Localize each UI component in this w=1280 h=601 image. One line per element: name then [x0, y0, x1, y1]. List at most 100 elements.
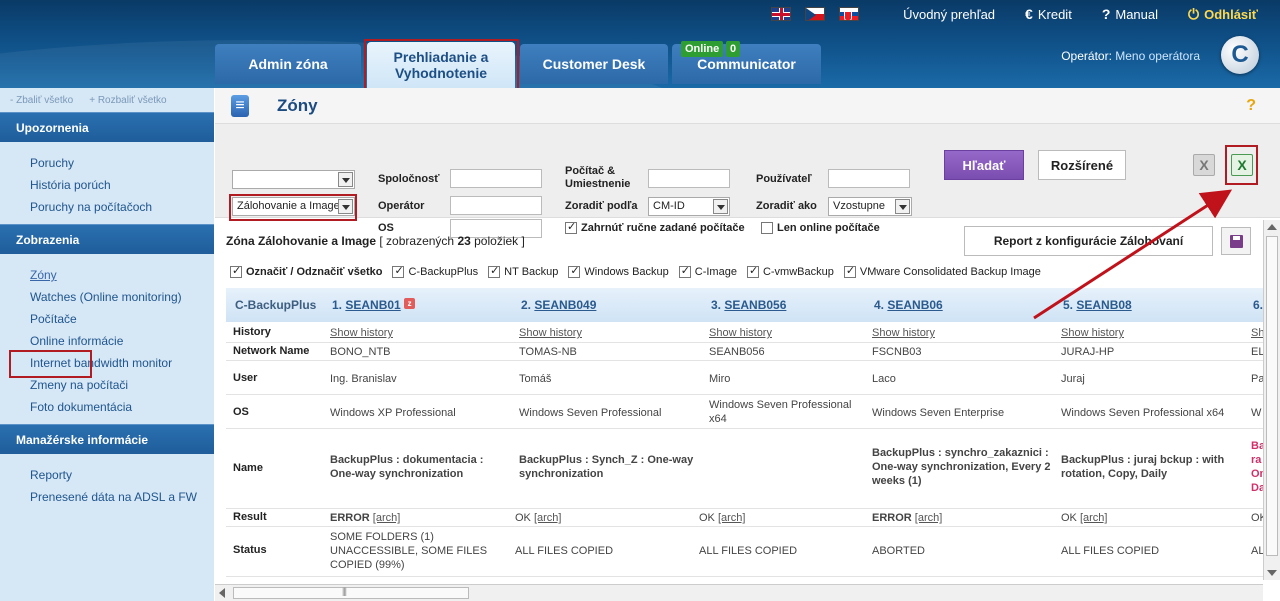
page-title: Zóny [277, 95, 318, 115]
table-row: Status SOME FOLDERS (1) UNACCESSIBLE, SO… [226, 527, 1266, 577]
sidebar-section-views[interactable]: Zobrazenia [0, 224, 214, 254]
user-input[interactable] [828, 169, 910, 188]
computer-input[interactable] [648, 169, 730, 188]
sidebar-item-computer-faults[interactable]: Poruchy na počítačoch [30, 196, 214, 218]
computer-col-6[interactable]: 6. [1253, 298, 1263, 312]
group-label: C-BackupPlus [235, 298, 317, 312]
table-row: Network Name BONO_NTB TOMAS-NB SEANB056 … [226, 343, 1266, 361]
sidebar-item-faults[interactable]: Poruchy [30, 152, 214, 174]
scroll-thumb[interactable] [1266, 236, 1278, 556]
backup-report-button[interactable]: Report z konfigurácie Zálohovaní [964, 226, 1213, 256]
chevron-down-icon [713, 199, 728, 214]
advanced-button[interactable]: Rozšírené [1038, 150, 1126, 180]
sidebar-item-reports[interactable]: Reporty [30, 464, 214, 486]
arch-link[interactable]: [arch] [915, 512, 943, 524]
tab-admin-zone[interactable]: Admin zóna [215, 44, 361, 84]
arch-link[interactable]: [arch] [1080, 512, 1108, 524]
excel-export-gray-icon[interactable]: X [1193, 154, 1215, 176]
collapse-all-link[interactable]: - Zbaliť všetko [10, 95, 73, 106]
operator-info: Operátor: Meno operátora [1061, 49, 1200, 63]
excel-highlight-box [1225, 145, 1258, 185]
sidebar-item-watches[interactable]: Watches (Online monitoring) [30, 286, 214, 308]
scroll-left-icon[interactable] [219, 588, 225, 598]
show-history-link[interactable]: Show history [1061, 326, 1124, 340]
sidebar-item-fault-history[interactable]: História porúch [30, 174, 214, 196]
sidebar-section-management[interactable]: Manažérske informácie [0, 424, 214, 454]
hscroll-thumb[interactable] [233, 586, 469, 599]
arch-link[interactable]: [arch] [373, 512, 401, 524]
tab-customer-desk[interactable]: Customer Desk [520, 44, 668, 84]
toggle-all-checkbox[interactable]: Označiť / Odznačiť všetko [230, 264, 382, 278]
sidebar: - Zbaliť všetko + Rozbaliť všetko Upozor… [0, 88, 214, 601]
computer-col-2[interactable]: 2. SEANB049 [521, 298, 596, 312]
sidebar-item-photo-docs[interactable]: Foto dokumentácia [30, 396, 214, 418]
computer-col-3[interactable]: 3. SEANB056 [711, 298, 786, 312]
computer-col-5[interactable]: 5. SEANB08 [1063, 298, 1132, 312]
flag-uk-icon[interactable] [771, 7, 792, 21]
scroll-up-icon[interactable] [1267, 224, 1277, 230]
show-history-link[interactable]: Show history [330, 326, 393, 340]
show-history-link[interactable]: Show history [872, 326, 935, 340]
search-button[interactable]: Hľadať [944, 150, 1024, 180]
sort-order-select[interactable]: Vzostupne [828, 197, 912, 216]
show-history-link[interactable]: Show history [709, 326, 772, 340]
arch-link[interactable]: [arch] [718, 512, 746, 524]
company-input[interactable] [450, 169, 542, 188]
type-cimage-checkbox[interactable]: C-Image [678, 264, 737, 278]
flag-cz-icon[interactable] [805, 7, 826, 21]
top-bar: Úvodný prehľad € Kredit ? Manual ⏻ Odhlásiť [771, 0, 1280, 28]
vertical-scrollbar[interactable] [1263, 220, 1280, 580]
arch-link[interactable]: [arch] [534, 512, 562, 524]
nav-highlight-box [9, 350, 92, 378]
app-header: Úvodný prehľad € Kredit ? Manual ⏻ Odhlásiť… [0, 0, 1280, 88]
show-history-link[interactable]: Show history [519, 326, 582, 340]
table-row: User Ing. Branislav Tomáš Miro Laco Jura… [226, 361, 1266, 395]
sidebar-item-transferred-data[interactable]: Prenesené dáta na ADSL a FW [30, 486, 214, 508]
table-row: Result ERROR [arch] OK [arch] OK [arch] … [226, 509, 1267, 527]
computer-col-4[interactable]: 4. SEANB06 [874, 298, 943, 312]
scroll-down-icon[interactable] [1267, 570, 1277, 576]
euro-icon: € [1025, 6, 1033, 22]
floppy-icon [1229, 234, 1243, 248]
operator-input[interactable] [450, 196, 542, 215]
type-windowsbackup-checkbox[interactable]: Windows Backup [568, 264, 669, 278]
table-row: History Show history Show history Show h… [226, 322, 1266, 343]
overview-link[interactable]: Úvodný prehľad [903, 7, 995, 22]
app-logo: C [1221, 36, 1259, 74]
save-button[interactable] [1221, 227, 1251, 255]
operator-filter-label: Operátor [378, 200, 425, 212]
computer-col-1[interactable]: 1. SEANB01 z [332, 298, 416, 312]
sidebar-item-zones[interactable]: Zóny [30, 264, 214, 286]
sidebar-section-alerts[interactable]: Upozornenia [0, 112, 214, 142]
computer-header-row: C-BackupPlus 1. SEANB01 z 2. SEANB049 3.… [226, 288, 1266, 322]
title-bar: ≡ Zóny ? [215, 88, 1280, 124]
type-cbackupplus-checkbox[interactable]: C-BackupPlus [392, 264, 478, 278]
horizontal-scrollbar[interactable] [215, 584, 1263, 601]
flag-sk-icon[interactable] [839, 7, 860, 21]
select-highlight-box [229, 194, 357, 221]
main-content: ≡ Zóny ? Zálohovanie a Image Spoločnosť … [215, 88, 1280, 601]
include-manual-checkbox[interactable]: Zahrnúť ručne zadané počítače [565, 220, 745, 234]
manual-link[interactable]: ? Manual [1102, 6, 1158, 22]
list-header: Zóna Zálohovanie a Image [ zobrazených 2… [226, 234, 525, 248]
expand-all-link[interactable]: + Rozbaliť všetko [89, 95, 166, 106]
zone-grid: History Show history Show history Show h… [226, 322, 1267, 577]
sort-order-label: Zoradiť ako [756, 200, 817, 212]
online-badge: Online [681, 41, 724, 57]
type-cvmwbackup-checkbox[interactable]: C-vmwBackup [746, 264, 834, 278]
operator-name[interactable]: Meno operátora [1115, 49, 1200, 63]
sidebar-section-views-body: Zóny Watches (Online monitoring) Počítač… [0, 254, 214, 424]
type-vmware-checkbox[interactable]: VMware Consolidated Backup Image [843, 264, 1041, 278]
credit-link[interactable]: € Kredit [1025, 6, 1072, 22]
only-online-checkbox[interactable]: Len online počítače [761, 222, 880, 234]
type-ntbackup-checkbox[interactable]: NT Backup [488, 264, 558, 278]
logout-link[interactable]: ⏻ Odhlásiť [1188, 6, 1258, 23]
chevron-down-icon [895, 199, 910, 214]
sidebar-item-computers[interactable]: Počítače [30, 308, 214, 330]
sidebar-item-online-info[interactable]: Online informácie [30, 330, 214, 352]
zone-group-select[interactable] [232, 170, 355, 189]
help-icon[interactable]: ? [1246, 97, 1256, 115]
power-icon: ⏻ [1188, 5, 1200, 22]
type-filter-row: Označiť / Odznačiť všetko C-BackupPlus N… [230, 264, 1041, 278]
sort-by-select[interactable]: CM-ID [648, 197, 730, 216]
